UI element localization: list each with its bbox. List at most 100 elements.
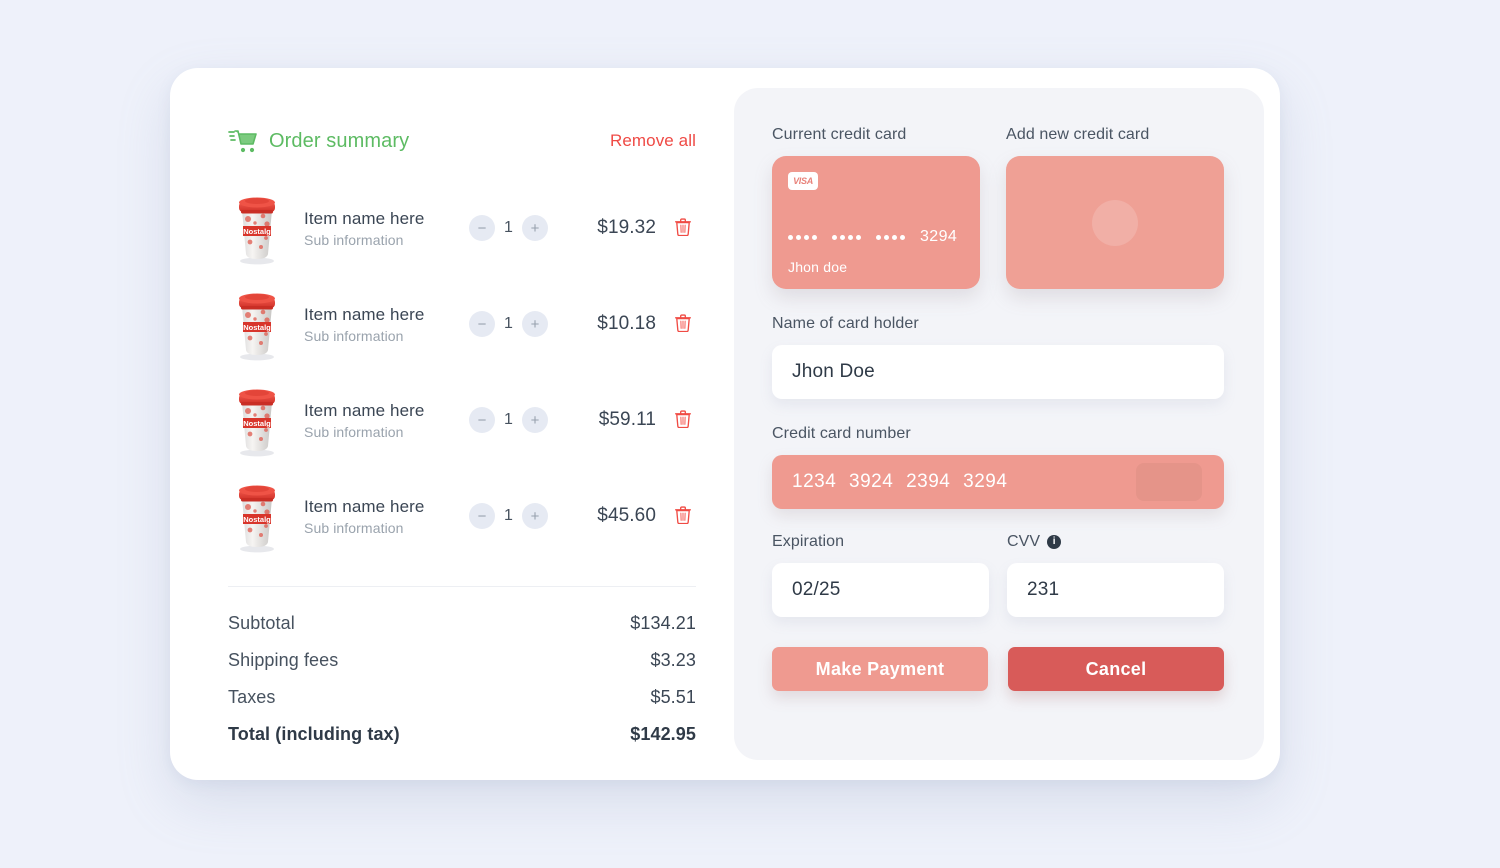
add-new-card-column: Add new credit card <box>1006 126 1224 289</box>
trash-icon <box>675 313 691 335</box>
totals-label: Shipping fees <box>228 650 339 670</box>
quantity-stepper: − 1 + <box>469 407 548 433</box>
order-items-list: Nostalg Item name here Sub information −… <box>228 180 696 564</box>
totals-label: Taxes <box>228 687 276 707</box>
order-item-name: Item name here <box>304 208 425 228</box>
delete-item-button[interactable] <box>670 407 696 433</box>
current-card-column: Current credit card VISA 3294 Jhon doe <box>772 126 981 289</box>
payment-panel: Current credit card VISA 3294 Jhon doe A… <box>734 88 1264 760</box>
svg-text:Nostalg: Nostalg <box>243 323 271 332</box>
totals-value: $5.51 <box>650 687 696 707</box>
order-item-text: Item name here Sub information <box>304 400 469 441</box>
trash-icon <box>675 409 691 431</box>
order-summary-header: Order summary Remove all <box>228 128 696 154</box>
cvv-field-label: CVV <box>1007 533 1041 550</box>
card-number-field-group: Credit card number 1234 3924 2394 3294 <box>772 425 1224 509</box>
order-item-sub: Sub information <box>304 232 404 249</box>
delete-item-button[interactable] <box>670 311 696 337</box>
order-item-row: Nostalg Item name here Sub information −… <box>228 372 696 468</box>
card-holder-field-group: Name of card holder <box>772 315 1224 399</box>
add-new-card-label: Add new credit card <box>1006 126 1150 143</box>
order-item-price: $59.11 <box>598 409 656 430</box>
order-item-row: Nostalg Item name here Sub information −… <box>228 468 696 564</box>
card-holder-field-label: Name of card holder <box>772 315 919 332</box>
card-number-value: 1234 3924 2394 3294 <box>792 471 1008 492</box>
quantity-value: 1 <box>504 507 513 524</box>
info-icon[interactable]: i <box>1047 535 1062 549</box>
order-item-sub: Sub information <box>304 328 404 345</box>
order-item-price: $10.18 <box>597 313 656 334</box>
product-thumbnail: Nostalg <box>228 286 286 362</box>
quantity-value: 1 <box>504 411 513 428</box>
order-summary-title-group: Order summary <box>228 128 409 154</box>
expiration-cvv-row: Expiration CVV i <box>772 533 1224 617</box>
card-last4: 3294 <box>920 228 958 245</box>
increment-button[interactable]: + <box>522 215 548 241</box>
totals-value: $3.23 <box>650 650 696 670</box>
decrement-button[interactable]: − <box>469 503 495 529</box>
totals-divider <box>228 586 696 587</box>
order-item-row: Nostalg Item name here Sub information −… <box>228 276 696 372</box>
add-new-credit-card-button[interactable] <box>1006 156 1224 289</box>
trash-icon <box>675 217 691 239</box>
mask-group-1 <box>788 234 817 240</box>
expiration-input[interactable] <box>772 563 989 617</box>
current-card-label: Current credit card <box>772 126 907 143</box>
trash-icon <box>675 505 691 527</box>
expiration-field-group: Expiration <box>772 533 989 617</box>
product-thumbnail: Nostalg <box>228 190 286 266</box>
make-payment-button[interactable]: Make Payment <box>772 647 988 691</box>
totals-row: Taxes $5.51 <box>228 679 696 716</box>
order-item-row: Nostalg Item name here Sub information −… <box>228 180 696 276</box>
order-item-price: $19.32 <box>597 217 656 238</box>
mask-group-3 <box>876 234 905 240</box>
cvv-input[interactable] <box>1007 563 1224 617</box>
saved-cards-row: Current credit card VISA 3294 Jhon doe A… <box>772 126 1224 289</box>
increment-button[interactable]: + <box>522 407 548 433</box>
visa-logo-icon: VISA <box>788 172 818 190</box>
order-item-sub: Sub information <box>304 520 404 537</box>
decrement-button[interactable]: − <box>469 215 495 241</box>
card-number-field-label: Credit card number <box>772 425 911 442</box>
page-title: Order summary <box>269 129 410 152</box>
decrement-button[interactable]: − <box>469 407 495 433</box>
delete-item-button[interactable] <box>670 503 696 529</box>
order-totals: Subtotal $134.21 Shipping fees $3.23 Tax… <box>228 605 696 716</box>
current-credit-card[interactable]: VISA 3294 Jhon doe <box>772 156 981 289</box>
product-thumbnail: Nostalg <box>228 382 286 458</box>
card-number-chip-icon <box>1136 463 1202 501</box>
shopping-cart-icon <box>228 128 258 154</box>
order-item-sub: Sub information <box>304 424 404 441</box>
card-number-input[interactable]: 1234 3924 2394 3294 <box>772 455 1224 509</box>
increment-button[interactable]: + <box>522 503 548 529</box>
totals-value: $134.21 <box>630 613 696 633</box>
cancel-button[interactable]: Cancel <box>1008 647 1224 691</box>
order-item-price: $45.60 <box>597 505 656 526</box>
add-card-circle-icon <box>1092 199 1139 246</box>
totals-row: Subtotal $134.21 <box>228 605 696 642</box>
decrement-button[interactable]: − <box>469 311 495 337</box>
checkout-card: Order summary Remove all Nostalg Item na… <box>170 68 1280 780</box>
remove-all-button[interactable]: Remove all <box>610 131 696 151</box>
grand-total-value: $142.95 <box>630 724 696 744</box>
card-holder-input[interactable] <box>772 345 1224 399</box>
totals-row: Shipping fees $3.23 <box>228 642 696 679</box>
card-holder-name: Jhon doe <box>788 259 848 275</box>
quantity-stepper: − 1 + <box>469 311 548 337</box>
delete-item-button[interactable] <box>670 215 696 241</box>
order-item-text: Item name here Sub information <box>304 304 469 345</box>
order-item-name: Item name here <box>304 400 425 420</box>
card-masked-number: 3294 <box>788 228 957 246</box>
svg-text:Nostalg: Nostalg <box>243 515 271 524</box>
grand-total-label: Total (including tax) <box>228 724 400 744</box>
cvv-field-label-group: CVV i <box>1007 533 1224 551</box>
increment-button[interactable]: + <box>522 311 548 337</box>
order-item-text: Item name here Sub information <box>304 208 469 249</box>
svg-text:Nostalg: Nostalg <box>243 419 271 428</box>
totals-label: Subtotal <box>228 613 295 633</box>
quantity-stepper: − 1 + <box>469 215 548 241</box>
expiration-field-label: Expiration <box>772 533 845 550</box>
cvv-field-group: CVV i <box>1007 533 1224 617</box>
order-item-name: Item name here <box>304 496 425 516</box>
mask-group-2 <box>832 234 861 240</box>
